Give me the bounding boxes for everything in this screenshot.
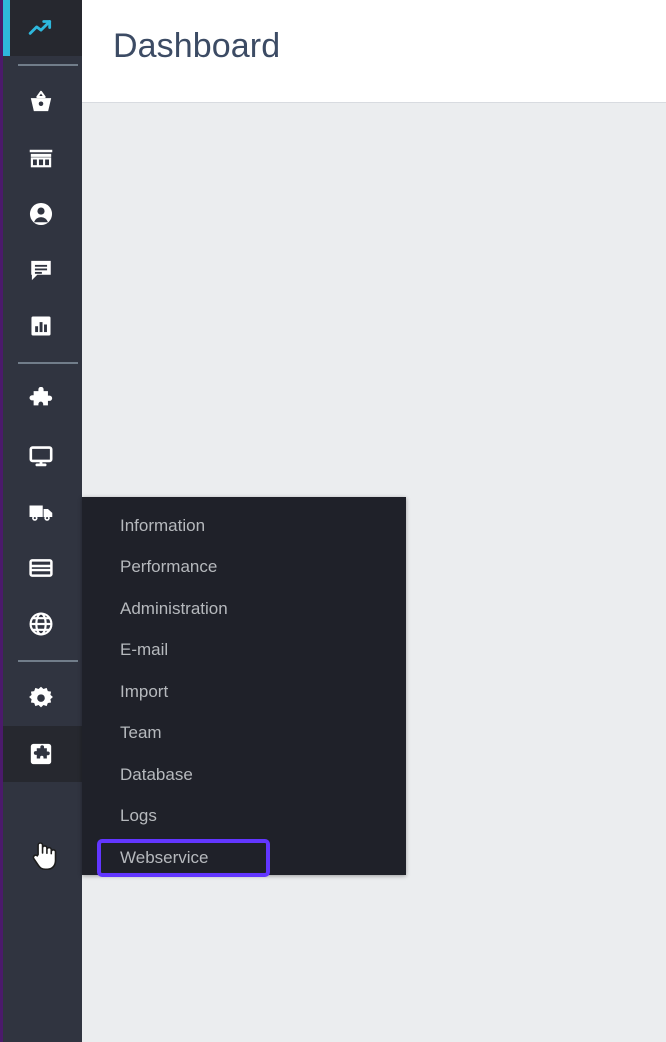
submenu-item-information[interactable]: Information	[82, 505, 406, 547]
submenu-item-label: Administration	[120, 599, 228, 619]
submenu-item-list: Information Performance Administration E…	[82, 497, 406, 879]
submenu-item-performance[interactable]: Performance	[82, 547, 406, 589]
submenu-item-logs[interactable]: Logs	[82, 796, 406, 838]
submenu-item-label: Logs	[120, 806, 157, 826]
sidebar-item-shop-parameters[interactable]	[0, 670, 82, 726]
sidebar-divider-1	[0, 56, 82, 74]
sidebar-nav-list	[0, 0, 82, 782]
submenu-item-label: Webservice	[120, 848, 209, 868]
globe-icon	[28, 611, 54, 637]
shopping-basket-icon	[28, 89, 54, 115]
submenu-item-label: Database	[120, 765, 193, 785]
submenu-item-email[interactable]: E-mail	[82, 630, 406, 672]
submenu-item-label: Performance	[120, 557, 217, 577]
submenu-item-label: Import	[120, 682, 168, 702]
sidebar-item-stats[interactable]	[0, 298, 82, 354]
store-icon	[28, 145, 54, 171]
page-header: Dashboard	[82, 0, 666, 103]
sidebar-item-design[interactable]	[0, 428, 82, 484]
submenu-item-label: Information	[120, 516, 205, 536]
sidebar-item-modules[interactable]	[0, 372, 82, 428]
submenu-item-database[interactable]: Database	[82, 754, 406, 796]
credit-card-icon	[28, 555, 54, 581]
submenu-item-administration[interactable]: Administration	[82, 588, 406, 630]
gear-icon	[28, 685, 54, 711]
app-root: Dashboard Information Performance Admini…	[0, 0, 666, 1042]
trending-up-icon	[28, 15, 54, 41]
user-circle-icon	[28, 201, 54, 227]
bar-chart-icon	[28, 313, 54, 339]
submenu-item-team[interactable]: Team	[82, 713, 406, 755]
submenu-item-import[interactable]: Import	[82, 671, 406, 713]
sidebar-item-international[interactable]	[0, 596, 82, 652]
advanced-parameters-icon	[28, 741, 54, 767]
page-title: Dashboard	[113, 27, 280, 66]
main-sidebar	[0, 0, 82, 1042]
submenu-item-label: Team	[120, 723, 162, 743]
submenu-item-label: E-mail	[120, 640, 168, 660]
submenu-item-webservice[interactable]: Webservice	[82, 837, 406, 879]
left-edge-accent-strip	[0, 0, 3, 1042]
monitor-icon	[28, 443, 54, 469]
sidebar-divider-3	[0, 652, 82, 670]
sidebar-item-customers[interactable]	[0, 186, 82, 242]
advanced-parameters-submenu: Information Performance Administration E…	[82, 497, 406, 875]
sidebar-item-customer-service[interactable]	[0, 242, 82, 298]
message-icon	[28, 257, 54, 283]
sidebar-item-orders[interactable]	[0, 74, 82, 130]
sidebar-divider-2	[0, 354, 82, 372]
sidebar-item-payment[interactable]	[0, 540, 82, 596]
sidebar-item-shipping[interactable]	[0, 484, 82, 540]
truck-icon	[28, 499, 54, 525]
puzzle-piece-icon	[28, 387, 54, 413]
sidebar-item-dashboard[interactable]	[0, 0, 82, 56]
sidebar-item-catalog[interactable]	[0, 130, 82, 186]
sidebar-item-advanced-parameters[interactable]	[0, 726, 82, 782]
